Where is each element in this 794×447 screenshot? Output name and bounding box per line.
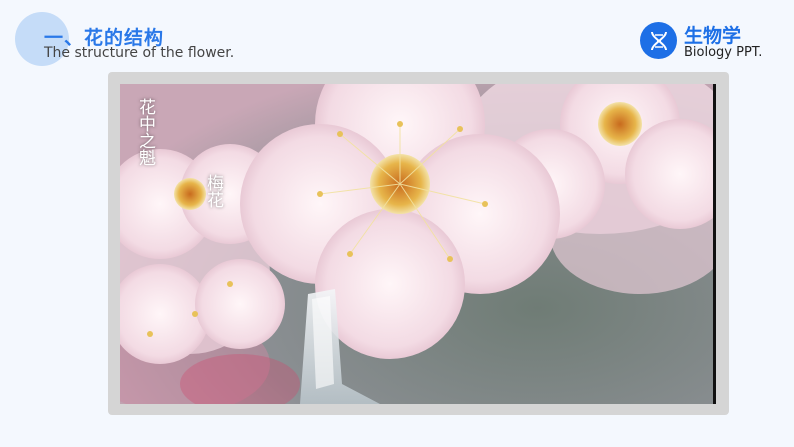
photo-caption-line2: 梅花 [203, 174, 223, 208]
photo-right-edge [713, 84, 716, 404]
section-subtitle: The structure of the flower. [44, 45, 235, 61]
photo-caption-line1: 花中之魁 [135, 98, 155, 166]
brand-subtitle: Biology PPT. [684, 45, 763, 60]
brand-name: 生物学 [684, 25, 742, 47]
dna-icon [640, 22, 677, 59]
plum-blossom-photo: 花中之魁 梅花 [120, 84, 716, 404]
